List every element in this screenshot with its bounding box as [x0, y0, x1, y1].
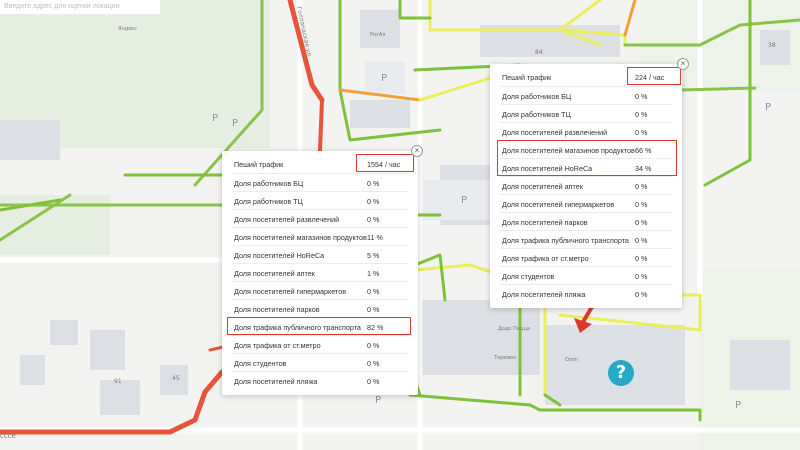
metric-row: Доля студентов 0 %: [232, 353, 408, 372]
building-number: 84: [535, 49, 543, 56]
metric-value: 0 %: [635, 92, 648, 101]
building-number: 91: [114, 378, 122, 385]
metric-value: 0 %: [367, 215, 380, 224]
poi-label: Теремок: [494, 355, 517, 361]
metric-row: Доля посетителей парков 0 %: [500, 212, 672, 231]
metric-row: Доля студентов 0 %: [500, 266, 672, 285]
metric-label: Доля трафика публичного транспорта: [502, 236, 629, 245]
building-number: 38: [768, 42, 776, 49]
parking-label: P: [735, 400, 742, 411]
parking-label: P: [461, 195, 468, 206]
metric-row: Доля трафика от ст.метро 0 %: [500, 248, 672, 267]
metric-label: Доля посетителей пляжа: [502, 290, 586, 299]
metric-value: 0 %: [635, 182, 648, 191]
metric-value: 11 %: [367, 233, 383, 242]
street-label: сссе: [0, 432, 16, 440]
close-icon[interactable]: ×: [411, 145, 423, 157]
metric-row: Доля посетителей парков 0 %: [232, 299, 408, 318]
metric-row: Доля трафика публичного транспорта 0 %: [500, 230, 672, 249]
metric-label: Доля трафика от ст.метро: [502, 254, 589, 263]
metric-value: 0 %: [635, 272, 648, 281]
metric-row: Доля посетителей аптек 1 %: [232, 263, 408, 282]
metric-row: Доля посетителей аптек 0 %: [500, 176, 672, 195]
metric-label: Доля работников БЦ: [234, 179, 304, 188]
metric-label: Доля посетителей магазинов продуктов: [234, 233, 367, 242]
poi-label: Додо Пицца: [498, 326, 530, 332]
metric-row: Доля посетителей гипермаркетов 0 %: [500, 194, 672, 213]
parking-label: P: [232, 118, 239, 129]
metric-value: 0 %: [367, 377, 380, 386]
metric-label: Доля посетителей развлечений: [502, 128, 608, 137]
popup-right: Пеший трафик 224 / час Доля работников БЦ…: [490, 64, 682, 308]
parking-label: P: [375, 395, 382, 406]
highlight-box: [627, 67, 681, 85]
metric-value: 5 %: [367, 251, 380, 260]
highlight-box: [497, 140, 677, 176]
poi-label: Яндекс: [118, 26, 138, 32]
metric-row: Доля посетителей пляжа 0 %: [232, 371, 408, 390]
metric-value: 0 %: [635, 110, 648, 119]
metric-value: 0 %: [635, 290, 648, 299]
metric-label: Доля посетителей аптек: [234, 269, 315, 278]
metric-row: Доля посетителей развлечений 0 %: [232, 209, 408, 228]
metric-value: 0 %: [635, 218, 648, 227]
metric-row: Доля трафика от ст.метро 0 %: [232, 335, 408, 354]
metric-label: Пеший трафик: [234, 160, 284, 169]
highlight-box: [227, 317, 411, 335]
metric-value: 0 %: [367, 197, 380, 206]
metric-label: Доля посетителей парков: [502, 218, 588, 227]
metric-label: Доля посетителей гипермаркетов: [234, 287, 347, 296]
poi-label: Ozon: [565, 357, 578, 363]
address-search-input[interactable]: Введите адрес для оценки локации: [0, 0, 160, 14]
poi-label: РосАл: [370, 32, 386, 38]
metric-row: Доля посетителей развлечений 0 %: [500, 122, 672, 141]
metric-value: 0 %: [367, 287, 380, 296]
close-icon[interactable]: ×: [677, 58, 689, 70]
metric-label: Доля работников ТЦ: [502, 110, 571, 119]
metric-label: Доля студентов: [234, 359, 287, 368]
metric-value: 0 %: [367, 359, 380, 368]
metric-label: Доля посетителей гипермаркетов: [502, 200, 615, 209]
metric-value: 0 %: [635, 128, 648, 137]
metric-label: Доля посетителей пляжа: [234, 377, 318, 386]
popup-left: Пеший трафик 1554 / час Доля работников Б…: [222, 151, 418, 395]
metric-label: Доля посетителей парков: [234, 305, 320, 314]
parking-label: P: [212, 113, 219, 124]
metric-value: 0 %: [367, 341, 380, 350]
map-screen: Яндекс РосАл Додо Пицца Теремок Ozon 84 …: [0, 0, 800, 450]
metric-row: Доля посетителей пляжа 0 %: [500, 284, 672, 303]
metric-row: Доля работников БЦ 0 %: [232, 173, 408, 192]
metric-row: Доля работников БЦ 0 %: [500, 86, 672, 105]
metric-label: Доля трафика от ст.метро: [234, 341, 321, 350]
metric-label: Доля посетителей аптек: [502, 182, 583, 191]
metric-value: 0 %: [635, 200, 648, 209]
metric-row: Доля работников ТЦ 0 %: [232, 191, 408, 210]
metric-row: Доля посетителей гипермаркетов 0 %: [232, 281, 408, 300]
metric-value: 0 %: [367, 305, 380, 314]
metric-label: Доля посетителей HoReCa: [234, 251, 325, 260]
metric-row: Доля посетителей магазинов продуктов 11 %: [232, 227, 408, 246]
metric-value: 0 %: [635, 254, 648, 263]
help-icon[interactable]: ?: [608, 360, 634, 386]
parking-label: P: [381, 73, 388, 84]
metric-label: Доля студентов: [502, 272, 555, 281]
metric-row: Доля посетителей HoReCa 5 %: [232, 245, 408, 264]
metric-value: 0 %: [367, 179, 380, 188]
highlight-box: [356, 154, 414, 172]
metric-value: 0 %: [635, 236, 648, 245]
building-number: 45: [172, 375, 180, 382]
metric-label: Доля работников ТЦ: [234, 197, 303, 206]
metric-label: Доля посетителей развлечений: [234, 215, 340, 224]
parking-label: P: [765, 102, 772, 113]
metric-label: Доля работников БЦ: [502, 92, 572, 101]
metric-label: Пеший трафик: [502, 73, 552, 82]
metric-value: 1 %: [367, 269, 380, 278]
metric-row: Доля работников ТЦ 0 %: [500, 104, 672, 123]
